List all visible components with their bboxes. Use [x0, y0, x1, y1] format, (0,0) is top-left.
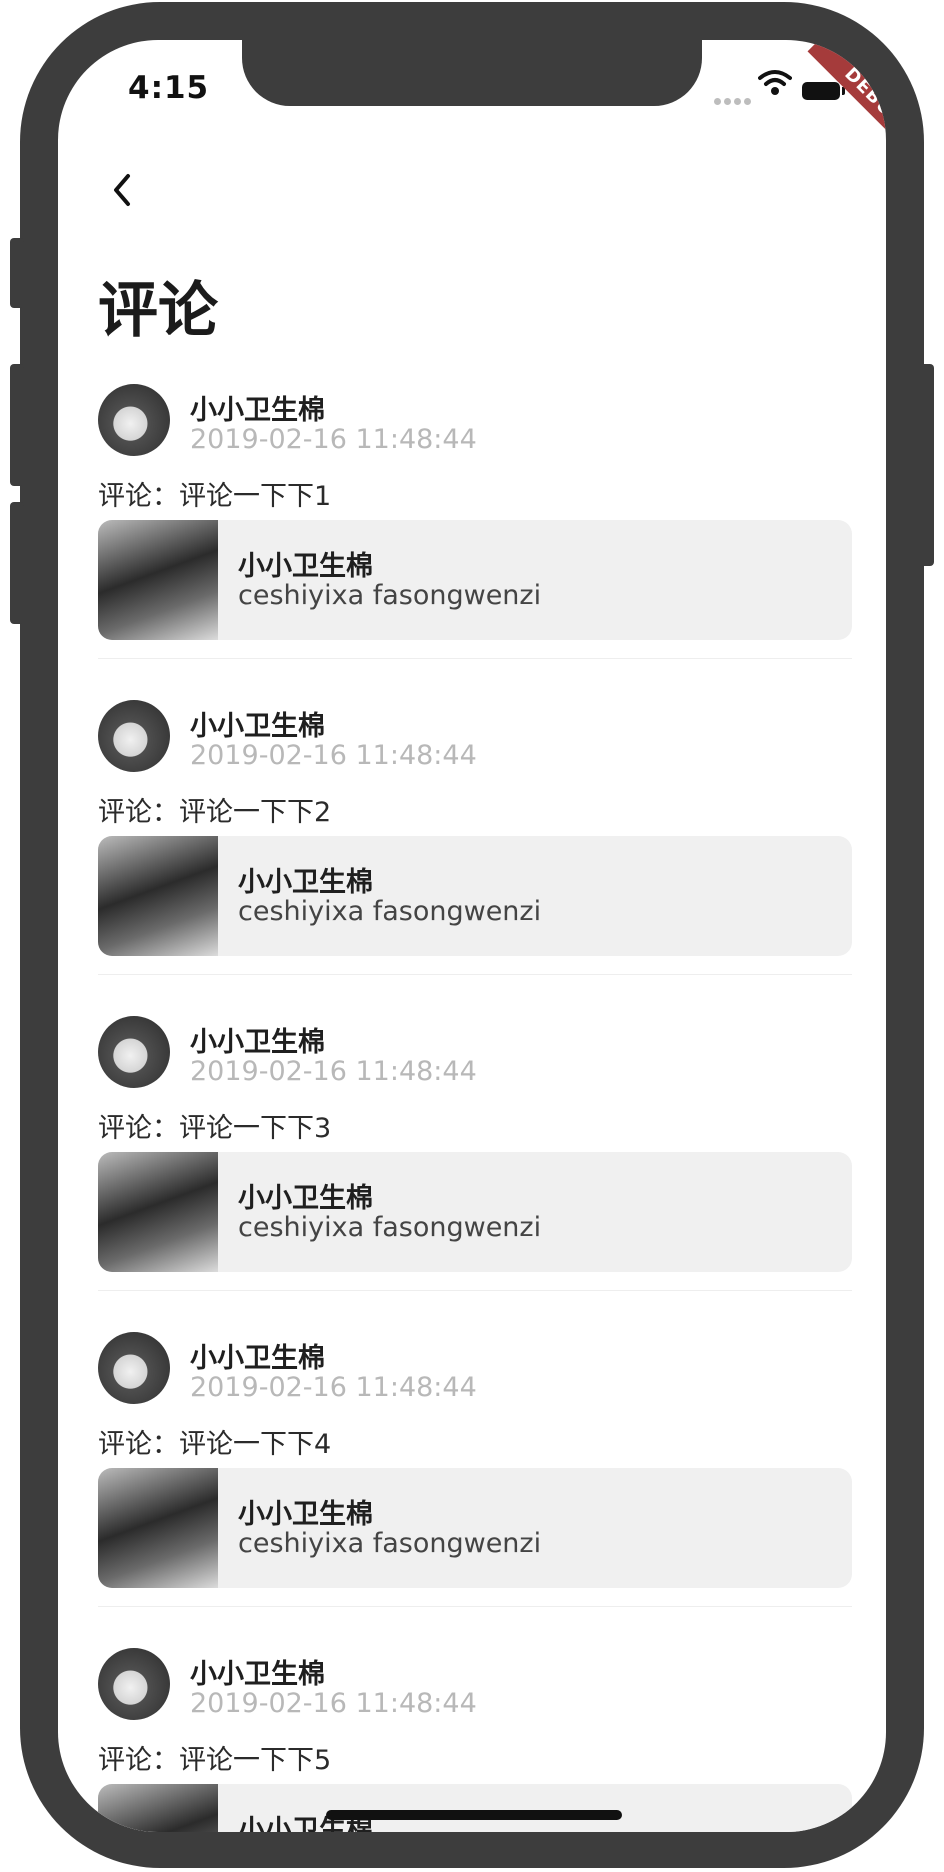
comment-time: 2019-02-16 11:48:44	[190, 424, 477, 455]
screen: 4:15 DEBUG 评论 小小卫生棉 2019-02-16 11:48:44 …	[58, 40, 886, 1832]
quoted-post[interactable]: 小小卫生棉 ceshiyixa fasongwenzi	[98, 836, 852, 956]
avatar[interactable]	[98, 1648, 170, 1720]
volume-down-button	[10, 502, 24, 624]
quoted-post-text: ceshiyixa fasongwenzi	[238, 580, 542, 611]
comment-item[interactable]: 小小卫生棉 2019-02-16 11:48:44 评论：评论一下下2 小小卫生…	[98, 700, 852, 1016]
quoted-post[interactable]: 小小卫生棉	[98, 1784, 852, 1832]
quoted-post-thumbnail	[98, 520, 218, 640]
comment-user-name: 小小卫生棉	[190, 1343, 325, 1374]
comment-item[interactable]: 小小卫生棉 2019-02-16 11:48:44 评论：评论一下下5 小小卫生…	[98, 1648, 852, 1832]
quoted-post[interactable]: 小小卫生棉 ceshiyixa fasongwenzi	[98, 1152, 852, 1272]
divider	[98, 1606, 852, 1607]
divider	[98, 974, 852, 975]
quoted-post-thumbnail	[98, 1152, 218, 1272]
power-button	[920, 364, 934, 566]
quoted-post-thumbnail	[98, 836, 218, 956]
quoted-post-user: 小小卫生棉	[238, 1183, 373, 1214]
quoted-post-text: ceshiyixa fasongwenzi	[238, 1528, 542, 1559]
wifi-icon	[758, 70, 792, 95]
quoted-post-user: 小小卫生棉	[238, 867, 373, 898]
quoted-post[interactable]: 小小卫生棉 ceshiyixa fasongwenzi	[98, 1468, 852, 1588]
comment-user-name: 小小卫生棉	[190, 395, 325, 426]
comment-time: 2019-02-16 11:48:44	[190, 1372, 477, 1403]
mute-switch	[10, 238, 24, 308]
divider	[98, 1290, 852, 1291]
comment-text: 评论：评论一下下3	[98, 1113, 332, 1144]
quoted-post[interactable]: 小小卫生棉 ceshiyixa fasongwenzi	[98, 520, 852, 640]
comment-user-name: 小小卫生棉	[190, 1659, 325, 1690]
comment-text: 评论：评论一下下2	[98, 797, 332, 828]
quoted-post-thumbnail	[98, 1468, 218, 1588]
comment-user-name: 小小卫生棉	[190, 1027, 325, 1058]
comment-item[interactable]: 小小卫生棉 2019-02-16 11:48:44 评论：评论一下下1 小小卫生…	[98, 384, 852, 700]
comment-text: 评论：评论一下下1	[98, 481, 332, 512]
comment-text: 评论：评论一下下4	[98, 1429, 332, 1460]
quoted-post-thumbnail	[98, 1784, 218, 1832]
comment-list: 小小卫生棉 2019-02-16 11:48:44 评论：评论一下下1 小小卫生…	[98, 384, 852, 1832]
chevron-left-icon[interactable]	[98, 164, 150, 216]
comment-item[interactable]: 小小卫生棉 2019-02-16 11:48:44 评论：评论一下下3 小小卫生…	[98, 1016, 852, 1332]
comment-time: 2019-02-16 11:48:44	[190, 740, 477, 771]
status-time: 4:15	[128, 70, 210, 106]
divider	[98, 658, 852, 659]
avatar[interactable]	[98, 1332, 170, 1404]
avatar[interactable]	[98, 1016, 170, 1088]
page-title: 评论	[98, 276, 218, 346]
comment-item[interactable]: 小小卫生棉 2019-02-16 11:48:44 评论：评论一下下4 小小卫生…	[98, 1332, 852, 1648]
avatar[interactable]	[98, 384, 170, 456]
comment-time: 2019-02-16 11:48:44	[190, 1056, 477, 1087]
quoted-post-user: 小小卫生棉	[238, 551, 373, 582]
quoted-post-text: ceshiyixa fasongwenzi	[238, 1212, 542, 1243]
comment-text: 评论：评论一下下5	[98, 1745, 332, 1776]
quoted-post-user: 小小卫生棉	[238, 1499, 373, 1530]
avatar[interactable]	[98, 700, 170, 772]
quoted-post-text: ceshiyixa fasongwenzi	[238, 896, 542, 927]
volume-up-button	[10, 364, 24, 486]
battery-icon	[802, 82, 845, 100]
home-indicator[interactable]	[326, 1810, 622, 1820]
comment-user-name: 小小卫生棉	[190, 711, 325, 742]
notch	[242, 40, 702, 106]
comment-time: 2019-02-16 11:48:44	[190, 1688, 477, 1719]
